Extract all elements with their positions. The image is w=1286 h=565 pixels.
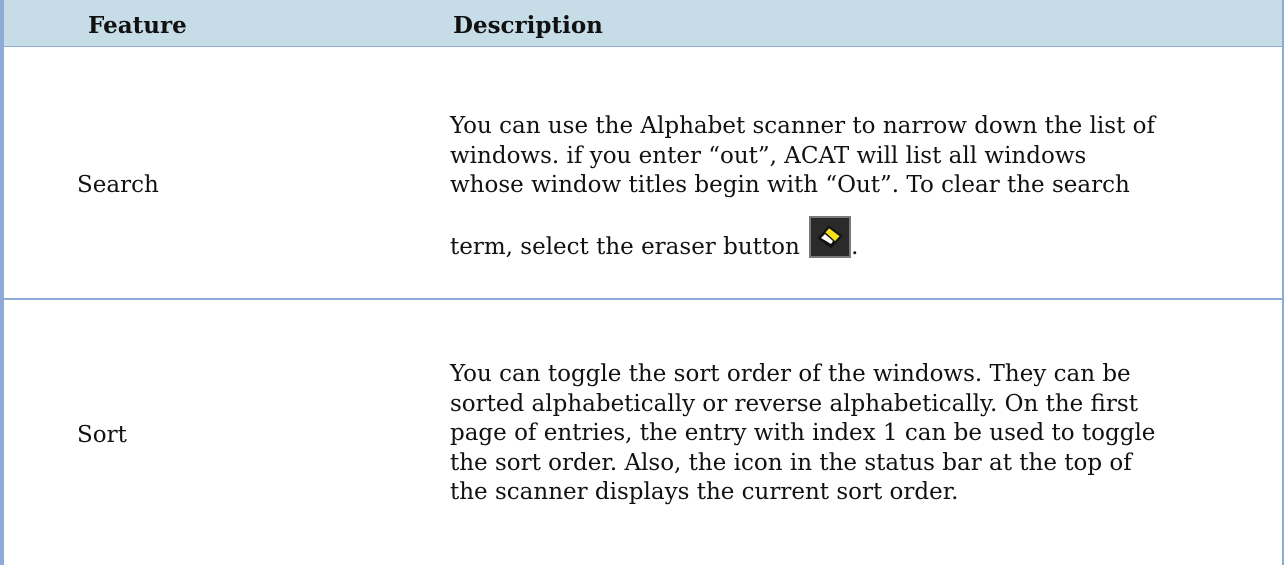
description-line: whose window titles begin with “Out”. To… [450, 172, 1130, 198]
description-line: You can toggle the sort order of the win… [450, 361, 1131, 387]
description-line: the sort order. Also, the icon in the st… [450, 449, 1132, 476]
table-row-search: Search You can use the Alphabet scanner … [4, 47, 1282, 300]
description-line: windows. if you enter “out”, ACAT will l… [450, 142, 1087, 169]
description-line: sorted alphabetically or reverse alphabe… [450, 390, 1138, 417]
eraser-icon [809, 215, 852, 258]
feature-cell-search: Search [77, 172, 159, 198]
feature-cell-sort: Sort [77, 422, 127, 448]
description-line-eraser: term, select the eraser button . [450, 215, 1270, 263]
table-header-row: Feature Description [4, 0, 1282, 47]
description-line-text: term, select the eraser button [450, 233, 800, 260]
feature-table: Feature Description Search You can use t… [0, 0, 1284, 565]
column-header-feature: Feature [88, 12, 187, 39]
column-header-description: Description [453, 12, 603, 39]
description-line: You can use the Alphabet scanner to narr… [450, 113, 1155, 139]
description-cell-sort: You can toggle the sort order of the win… [450, 360, 1270, 508]
description-line: the scanner displays the current sort or… [450, 479, 959, 505]
table-row-sort: Sort You can toggle the sort order of th… [4, 300, 1282, 565]
description-cell-search: You can use the Alphabet scanner to narr… [450, 112, 1270, 262]
description-end: . [851, 233, 859, 260]
description-line: page of entries, the entry with index 1 … [450, 420, 1156, 446]
